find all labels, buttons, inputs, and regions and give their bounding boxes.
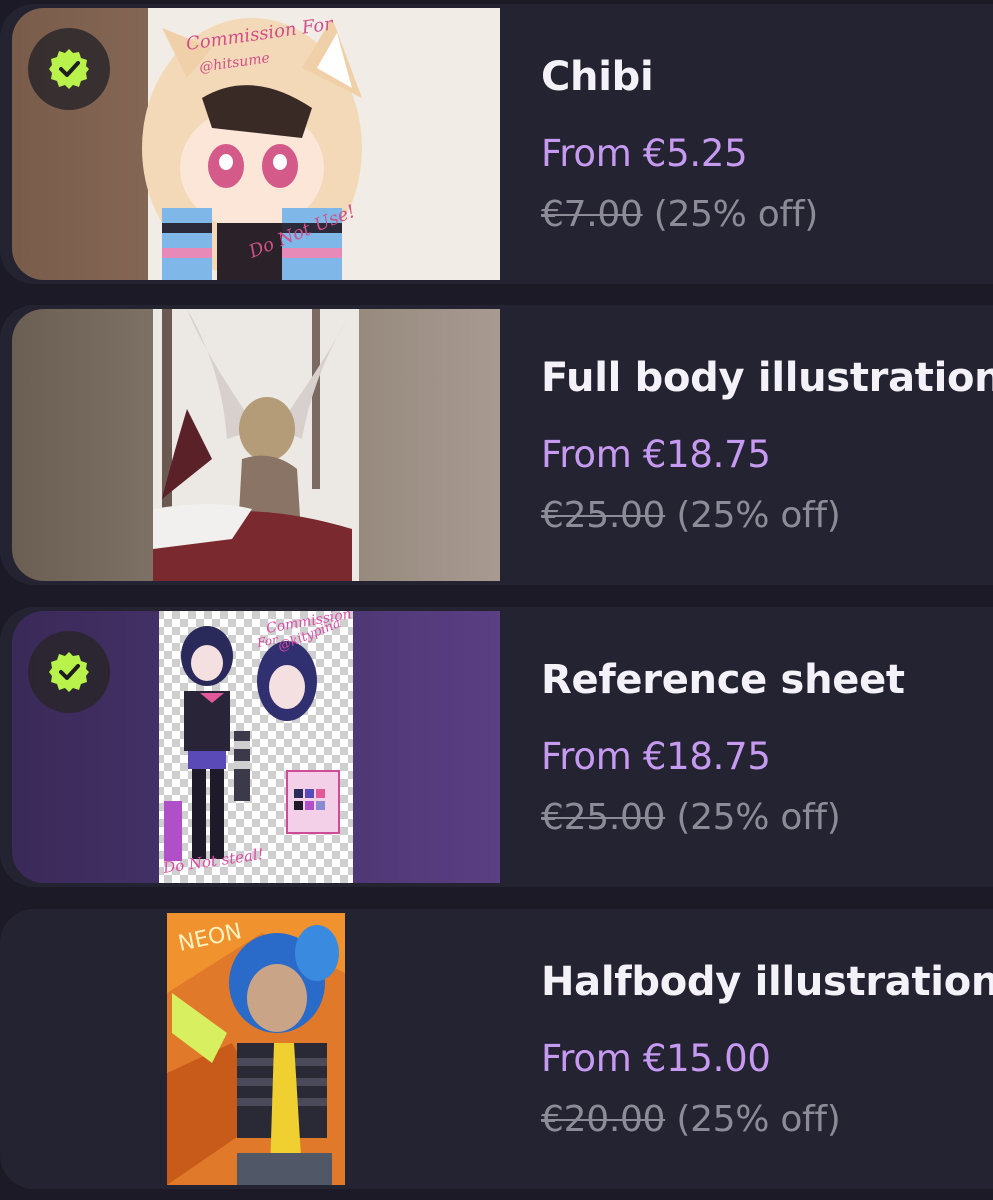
commission-price: From €18.75 bbox=[541, 735, 771, 778]
commission-price: From €18.75 bbox=[541, 433, 771, 476]
discount-label: (25% off) bbox=[676, 1099, 841, 1140]
commission-original-price-row: €20.00 (25% off) bbox=[541, 1099, 841, 1140]
check-icon bbox=[49, 49, 89, 89]
commission-info: Reference sheet From €18.75 €25.00 (25% … bbox=[541, 607, 993, 887]
check-icon bbox=[49, 652, 89, 692]
commission-price: From €5.25 bbox=[541, 132, 748, 175]
commission-title: Reference sheet bbox=[541, 657, 905, 703]
selected-check-badge bbox=[28, 631, 110, 713]
commission-info: Halfbody illustration From €15.00 €20.00… bbox=[541, 909, 993, 1189]
commission-card-reference-sheet[interactable]: Commission For @kitypina Do Not steal! R… bbox=[0, 607, 993, 887]
commission-info: Chibi From €5.25 €7.00 (25% off) bbox=[541, 4, 993, 284]
commission-info: Full body illustration From €18.75 €25.0… bbox=[541, 305, 993, 585]
commission-title: Halfbody illustration bbox=[541, 959, 993, 1005]
thumbnail-full-body bbox=[12, 309, 500, 581]
commission-price: From €15.00 bbox=[541, 1037, 771, 1080]
original-price: €25.00 bbox=[541, 495, 666, 536]
commission-card-halfbody[interactable]: NEON Halfbody illustration From €15.00 €… bbox=[0, 909, 993, 1189]
discount-label: (25% off) bbox=[676, 495, 841, 536]
original-price: €25.00 bbox=[541, 797, 666, 838]
selected-check-badge bbox=[28, 28, 110, 110]
commission-title: Full body illustration bbox=[541, 355, 993, 401]
commission-title: Chibi bbox=[541, 54, 654, 100]
commission-card-chibi[interactable]: Commission For @hitsume Do Not Use! Chib… bbox=[0, 4, 993, 284]
thumbnail-halfbody: NEON bbox=[12, 913, 500, 1185]
commission-original-price-row: €7.00 (25% off) bbox=[541, 194, 818, 235]
commission-original-price-row: €25.00 (25% off) bbox=[541, 495, 841, 536]
discount-label: (25% off) bbox=[653, 194, 819, 235]
commission-list: Commission For @hitsume Do Not Use! Chib… bbox=[0, 0, 993, 1200]
commission-card-full-body[interactable]: Full body illustration From €18.75 €25.0… bbox=[0, 305, 993, 585]
original-price: €20.00 bbox=[541, 1099, 666, 1140]
discount-label: (25% off) bbox=[676, 797, 841, 838]
commission-original-price-row: €25.00 (25% off) bbox=[541, 797, 841, 838]
original-price: €7.00 bbox=[541, 194, 643, 235]
